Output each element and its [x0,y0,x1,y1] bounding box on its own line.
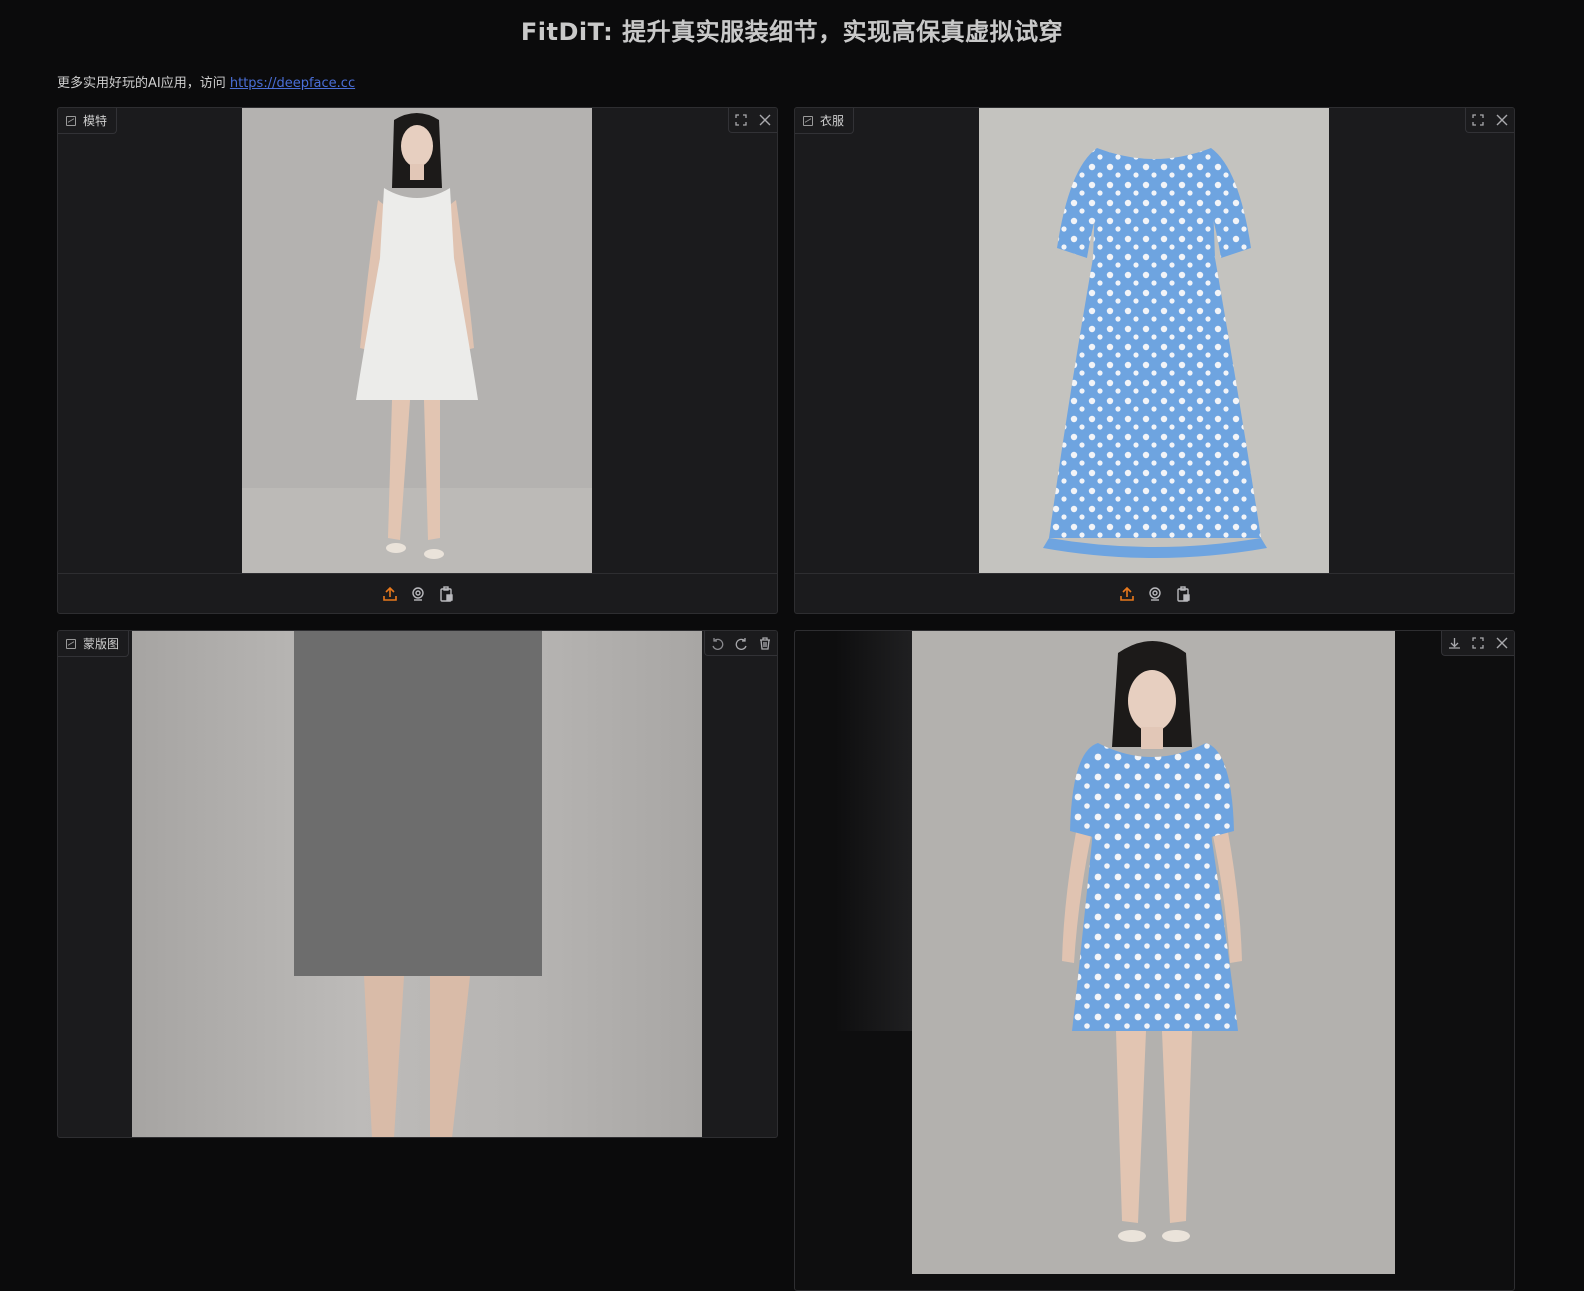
mask-toolbar [704,631,777,656]
image-icon [803,115,813,126]
mask-canvas[interactable] [132,631,702,1137]
garment-photo [979,108,1329,574]
model-photo [242,108,592,574]
deepface-link[interactable]: https://deepface.cc [230,76,355,91]
model-label: 模特 [83,114,108,128]
result-photo [912,631,1395,1274]
result-toolbar [1441,631,1514,656]
clipboard-icon[interactable] [1174,585,1192,603]
image-icon [66,638,76,649]
model-image-panel[interactable]: 模特 [57,107,778,614]
webcam-icon[interactable] [409,585,427,603]
upload-icon[interactable] [1118,585,1136,603]
trash-icon[interactable] [754,632,776,654]
model-source-bar [58,573,777,613]
close-icon[interactable] [754,109,776,131]
model-image-area[interactable] [58,108,777,574]
fullscreen-icon[interactable] [1467,632,1489,654]
upload-icon[interactable] [381,585,399,603]
mask-label-chip: 蒙版图 [58,631,130,657]
mask-region [294,631,542,976]
garment-source-bar [795,573,1514,613]
image-icon [66,115,76,126]
subtitle-text: 更多实用好玩的AI应用，访问 [57,76,230,91]
result-shade [835,631,915,1031]
garment-label-chip: 衣服 [795,108,855,134]
close-icon[interactable] [1491,109,1513,131]
mask-legs [364,976,470,1137]
fullscreen-icon[interactable] [1467,109,1489,131]
fullscreen-icon[interactable] [730,109,752,131]
garment-toolbar [1465,108,1514,133]
garment-image-area[interactable] [795,108,1514,574]
clipboard-icon[interactable] [437,585,455,603]
subtitle: 更多实用好玩的AI应用，访问 https://deepface.cc [57,72,355,91]
close-icon[interactable] [1491,632,1513,654]
redo-icon[interactable] [730,632,752,654]
page-title: FitDiT: 提升真实服装细节，实现高保真虚拟试穿 [520,18,1064,46]
mask-image-panel[interactable]: 蒙版图 [57,630,778,1138]
mask-label: 蒙版图 [83,637,120,651]
undo-icon[interactable] [706,632,728,654]
garment-image-panel[interactable]: 衣服 [794,107,1515,614]
garment-label: 衣服 [820,114,845,128]
result-image-panel [794,630,1515,1291]
download-icon[interactable] [1443,632,1465,654]
webcam-icon[interactable] [1146,585,1164,603]
model-toolbar [728,108,777,133]
model-label-chip: 模特 [58,108,118,134]
